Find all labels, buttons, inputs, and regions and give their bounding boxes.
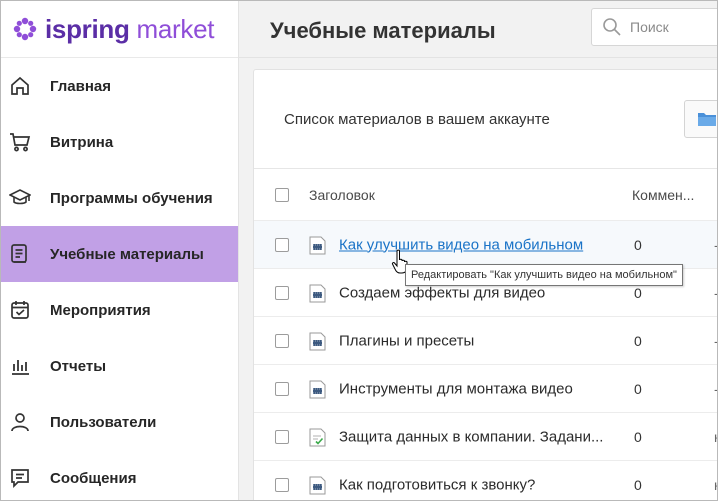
material-title-link[interactable]: Защита данных в компании. Задани... — [339, 428, 624, 445]
comments-count: 0 — [634, 332, 642, 349]
extra-cell: - — [714, 237, 717, 253]
video-icon — [309, 332, 326, 350]
material-title-link[interactable]: Плагины и пресеты — [339, 332, 624, 349]
sidebar-nav: Главная Витрина Программы обучения Учебн… — [1, 58, 238, 500]
sidebar-item-reports[interactable]: Отчеты — [1, 338, 238, 394]
video-icon — [309, 476, 326, 494]
table-row[interactable]: Как подготовиться к звонку? 0 н — [254, 461, 717, 500]
comments-count: 0 — [634, 284, 642, 301]
table-row[interactable]: Плагины и пресеты 0 - — [254, 317, 717, 365]
select-all-checkbox[interactable] — [275, 187, 289, 202]
page-title: Учебные материалы — [270, 18, 496, 43]
sidebar-item-materials[interactable]: Учебные материалы — [1, 226, 238, 282]
comments-count: 0 — [634, 476, 642, 493]
app-window: ispring market Главная Витрина Программы… — [0, 0, 718, 501]
video-icon — [309, 284, 326, 302]
search-icon — [603, 18, 621, 36]
calendar-check-icon — [8, 298, 32, 322]
row-checkbox[interactable] — [275, 237, 289, 252]
user-icon — [8, 410, 32, 434]
sidebar-item-programs[interactable]: Программы обучения — [1, 170, 238, 226]
sidebar-item-showcase[interactable]: Витрина — [1, 114, 238, 170]
row-checkbox[interactable] — [275, 429, 289, 444]
bar-chart-icon — [8, 354, 32, 378]
sidebar-item-label: Сообщения — [50, 469, 137, 487]
extra-cell: - — [714, 285, 717, 301]
extra-cell: - — [714, 333, 717, 349]
home-icon — [8, 74, 32, 98]
tooltip: Редактировать "Как улучшить видео на моб… — [405, 264, 683, 286]
sidebar-item-label: Отчеты — [50, 357, 107, 375]
video-icon — [309, 380, 326, 398]
extra-cell: - — [714, 381, 717, 397]
sidebar-item-label: Программы обучения — [50, 189, 213, 207]
sidebar-item-events[interactable]: Мероприятия — [1, 282, 238, 338]
comments-count: 0 — [634, 380, 642, 397]
logo[interactable]: ispring market — [1, 1, 238, 58]
material-title-link[interactable]: Инструменты для монтажа видео — [339, 380, 624, 397]
table-row[interactable]: Как улучшить видео на мобильном 0 - — [254, 221, 717, 269]
material-title-link[interactable]: Как улучшить видео на мобильном — [339, 236, 624, 253]
sidebar: ispring market Главная Витрина Программы… — [1, 1, 239, 500]
logo-text: ispring market — [45, 14, 215, 44]
message-icon — [8, 466, 32, 490]
folder-icon — [698, 113, 716, 126]
sidebar-item-label: Учебные материалы — [50, 245, 204, 263]
sidebar-item-label: Пользователи — [50, 413, 157, 431]
column-header-comments[interactable]: Коммен... — [632, 187, 708, 203]
video-icon — [309, 236, 326, 254]
assignment-icon — [309, 428, 326, 446]
sidebar-item-label: Мероприятия — [50, 301, 151, 319]
row-checkbox[interactable] — [275, 333, 289, 348]
row-checkbox[interactable] — [275, 381, 289, 396]
search-input[interactable] — [630, 19, 710, 35]
sidebar-item-label: Витрина — [50, 133, 114, 151]
card-subtitle: Список материалов в вашем аккаунте — [284, 111, 550, 128]
materials-table: Заголовок Коммен... Как улучшить видео н… — [254, 169, 717, 500]
sidebar-item-users[interactable]: Пользователи — [1, 394, 238, 450]
cart-icon — [8, 130, 32, 154]
top-header: Учебные материалы — [239, 1, 717, 58]
material-title-link[interactable]: Как подготовиться к звонку? — [339, 476, 624, 493]
table-row[interactable]: Защита данных в компании. Задани... 0 н — [254, 413, 717, 461]
comments-count: 0 — [634, 428, 642, 445]
row-checkbox[interactable] — [275, 477, 289, 492]
table-row[interactable]: Инструменты для монтажа видео 0 - — [254, 365, 717, 413]
column-header-title[interactable]: Заголовок — [309, 187, 375, 203]
ispring-logo-icon — [13, 17, 37, 41]
document-icon — [8, 242, 32, 266]
new-folder-button[interactable] — [684, 100, 717, 138]
extra-cell: н — [714, 429, 717, 445]
search-box[interactable] — [591, 8, 717, 46]
card-header: Список материалов в вашем аккаунте — [254, 70, 717, 169]
row-checkbox[interactable] — [275, 285, 289, 300]
sidebar-item-label: Главная — [50, 77, 112, 95]
table-header-row: Заголовок Коммен... — [254, 169, 717, 221]
sidebar-item-messages[interactable]: Сообщения — [1, 450, 238, 500]
comments-count: 0 — [634, 236, 642, 253]
material-title-link[interactable]: Создаем эффекты для видео — [339, 284, 624, 301]
extra-cell: н — [714, 477, 717, 493]
graduation-cap-icon — [8, 186, 32, 210]
sidebar-item-home[interactable]: Главная — [1, 58, 238, 114]
